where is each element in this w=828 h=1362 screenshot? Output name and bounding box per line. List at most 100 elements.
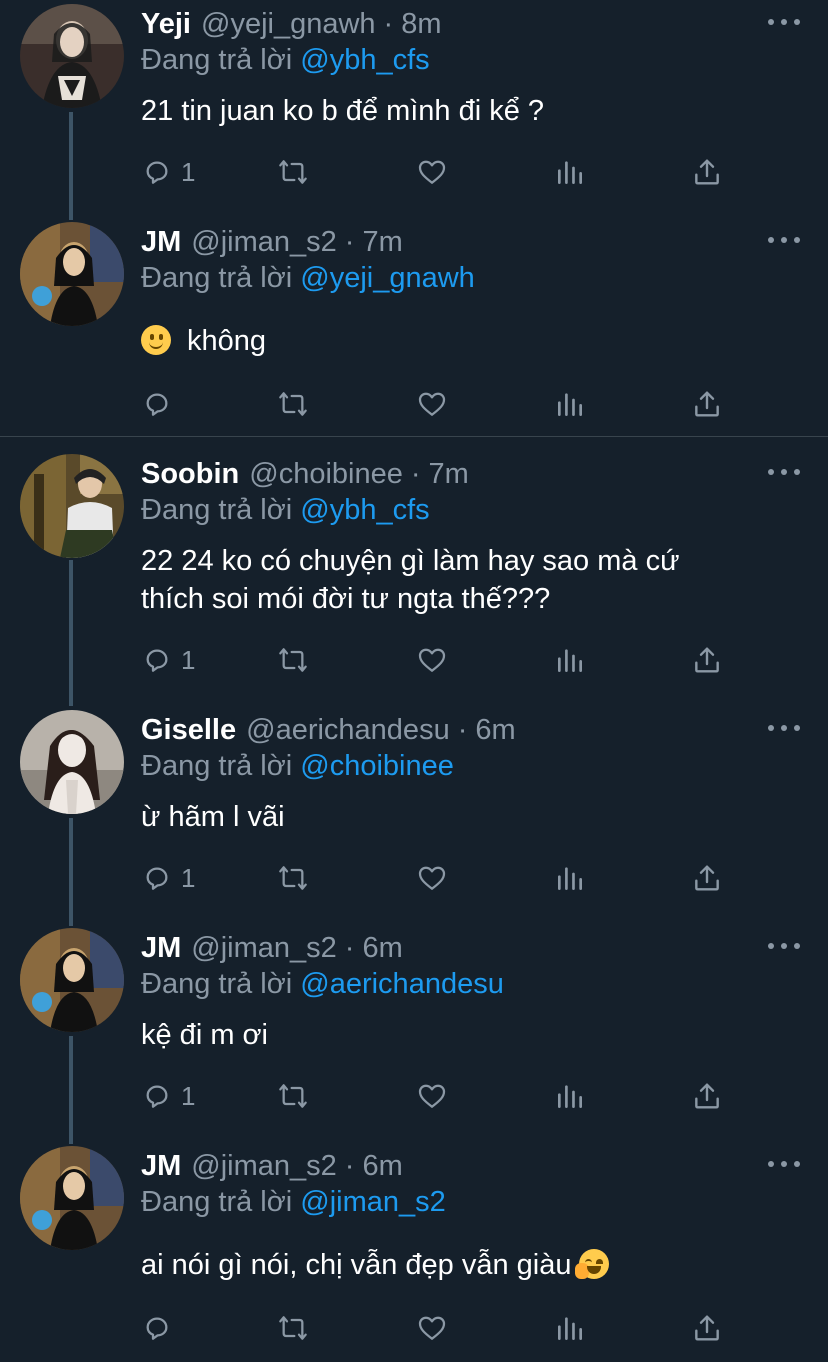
- share-button[interactable]: [691, 1308, 723, 1348]
- separator-dot: ·: [457, 713, 468, 746]
- like-button[interactable]: [416, 152, 448, 192]
- like-button[interactable]: [416, 384, 448, 424]
- timestamp[interactable]: 6m: [362, 1150, 402, 1183]
- tweet-text-content: ai nói gì nói, chị vẫn đẹp vẫn giàu: [141, 1249, 572, 1281]
- tweet[interactable]: Yeji @yeji_gnawh · 8m Đang trả lời @ybh_…: [0, 0, 828, 220]
- heart-icon: [418, 160, 446, 184]
- tweet-actions: 1: [141, 152, 741, 192]
- display-name[interactable]: JM: [141, 1150, 181, 1183]
- tweet[interactable]: JM @jiman_s2 · 6m Đang trả lời @aerichan…: [0, 924, 828, 1142]
- replying-to: Đang trả lời @ybh_cfs: [141, 44, 430, 77]
- analytics-button[interactable]: [554, 640, 586, 680]
- like-button[interactable]: [416, 1308, 448, 1348]
- tweet-text-line: 22 24 ko có chuyện gì làm hay sao mà cứ: [141, 545, 680, 577]
- more-icon[interactable]: [768, 1152, 800, 1176]
- more-icon[interactable]: [768, 10, 800, 34]
- timestamp[interactable]: 7m: [429, 458, 469, 491]
- heart-icon: [418, 1316, 446, 1340]
- tweet-actions: 1: [141, 858, 741, 898]
- separator-dot: ·: [344, 1149, 355, 1182]
- replying-to-mention[interactable]: @jiman_s2: [300, 1186, 446, 1218]
- retweet-button[interactable]: [277, 858, 309, 898]
- avatar[interactable]: [20, 4, 124, 108]
- heart-icon: [418, 866, 446, 890]
- heart-icon: [418, 392, 446, 416]
- username[interactable]: @jiman_s2: [191, 932, 337, 965]
- reply-button[interactable]: 1: [141, 1076, 195, 1116]
- username[interactable]: @jiman_s2: [191, 226, 337, 259]
- replying-to-mention[interactable]: @ybh_cfs: [300, 44, 429, 76]
- analytics-button[interactable]: [554, 1076, 586, 1116]
- avatar[interactable]: [20, 454, 124, 558]
- username[interactable]: @jiman_s2: [191, 1150, 337, 1183]
- reply-button[interactable]: [141, 1308, 173, 1348]
- replying-to-mention[interactable]: @aerichandesu: [300, 968, 504, 1000]
- more-icon[interactable]: [768, 460, 800, 484]
- reply-count: 1: [181, 1080, 196, 1111]
- reply-button[interactable]: 1: [141, 640, 195, 680]
- replying-to-label: Đang trả lời: [141, 750, 293, 782]
- avatar[interactable]: [20, 928, 124, 1032]
- analytics-button[interactable]: [554, 1308, 586, 1348]
- reply-count: 1: [181, 644, 196, 675]
- tweet[interactable]: Soobin @choibinee · 7m Đang trả lời @ybh…: [0, 450, 828, 706]
- retweet-button[interactable]: [277, 384, 309, 424]
- heart-icon: [418, 1084, 446, 1108]
- tweet[interactable]: JM @jiman_s2 · 6m Đang trả lời @jiman_s2…: [0, 1142, 828, 1362]
- retweet-button[interactable]: [277, 640, 309, 680]
- like-button[interactable]: [416, 640, 448, 680]
- avatar[interactable]: [20, 1146, 124, 1250]
- share-button[interactable]: [691, 152, 723, 192]
- reply-icon: [146, 1085, 168, 1108]
- username[interactable]: @choibinee: [249, 458, 403, 491]
- tweet-text-line: 21 tin juan ko b để mình đi kể ?: [141, 95, 545, 127]
- username[interactable]: @aerichandesu: [246, 714, 450, 747]
- tweet[interactable]: JM @jiman_s2 · 7m Đang trả lời @yeji_gna…: [0, 218, 828, 436]
- avatar[interactable]: [20, 710, 124, 814]
- reply-icon: [146, 1317, 168, 1340]
- retweet-button[interactable]: [277, 1308, 309, 1348]
- display-name[interactable]: Yeji: [141, 8, 191, 41]
- tweet-actions: [141, 384, 741, 424]
- timestamp[interactable]: 6m: [362, 932, 402, 965]
- share-icon: [695, 391, 719, 417]
- analytics-button[interactable]: [554, 858, 586, 898]
- more-icon[interactable]: [768, 228, 800, 252]
- timestamp[interactable]: 6m: [475, 714, 515, 747]
- more-icon[interactable]: [768, 934, 800, 958]
- share-button[interactable]: [691, 858, 723, 898]
- analytics-icon: [558, 1085, 582, 1108]
- retweet-button[interactable]: [277, 1076, 309, 1116]
- share-button[interactable]: [691, 384, 723, 424]
- reply-button[interactable]: [141, 384, 173, 424]
- tweet[interactable]: Giselle @aerichandesu · 6m Đang trả lời …: [0, 706, 828, 924]
- replying-to-mention[interactable]: @yeji_gnawh: [300, 262, 475, 294]
- analytics-button[interactable]: [554, 384, 586, 424]
- tweet-text: 21 tin juan ko b để mình đi kể ?: [141, 92, 801, 130]
- replying-to-label: Đang trả lời: [141, 44, 293, 76]
- username[interactable]: @yeji_gnawh: [201, 8, 376, 41]
- share-button[interactable]: [691, 1076, 723, 1116]
- tweet-text: kệ đi m ơi: [141, 1016, 801, 1054]
- tweet-text-line: thích soi mói đời tư ngta thế???: [141, 583, 551, 615]
- replying-to: Đang trả lời @jiman_s2: [141, 1186, 446, 1219]
- display-name[interactable]: Giselle: [141, 714, 236, 747]
- analytics-button[interactable]: [554, 152, 586, 192]
- analytics-icon: [558, 161, 582, 184]
- replying-to-mention[interactable]: @ybh_cfs: [300, 494, 429, 526]
- more-icon[interactable]: [768, 716, 800, 740]
- timestamp[interactable]: 8m: [401, 8, 441, 41]
- replying-to-mention[interactable]: @choibinee: [300, 750, 454, 782]
- reply-button[interactable]: 1: [141, 858, 195, 898]
- display-name[interactable]: Soobin: [141, 458, 239, 491]
- replying-to-label: Đang trả lời: [141, 494, 293, 526]
- retweet-button[interactable]: [277, 152, 309, 192]
- avatar[interactable]: [20, 222, 124, 326]
- like-button[interactable]: [416, 858, 448, 898]
- reply-button[interactable]: 1: [141, 152, 195, 192]
- display-name[interactable]: JM: [141, 932, 181, 965]
- share-button[interactable]: [691, 640, 723, 680]
- display-name[interactable]: JM: [141, 226, 181, 259]
- like-button[interactable]: [416, 1076, 448, 1116]
- timestamp[interactable]: 7m: [362, 226, 402, 259]
